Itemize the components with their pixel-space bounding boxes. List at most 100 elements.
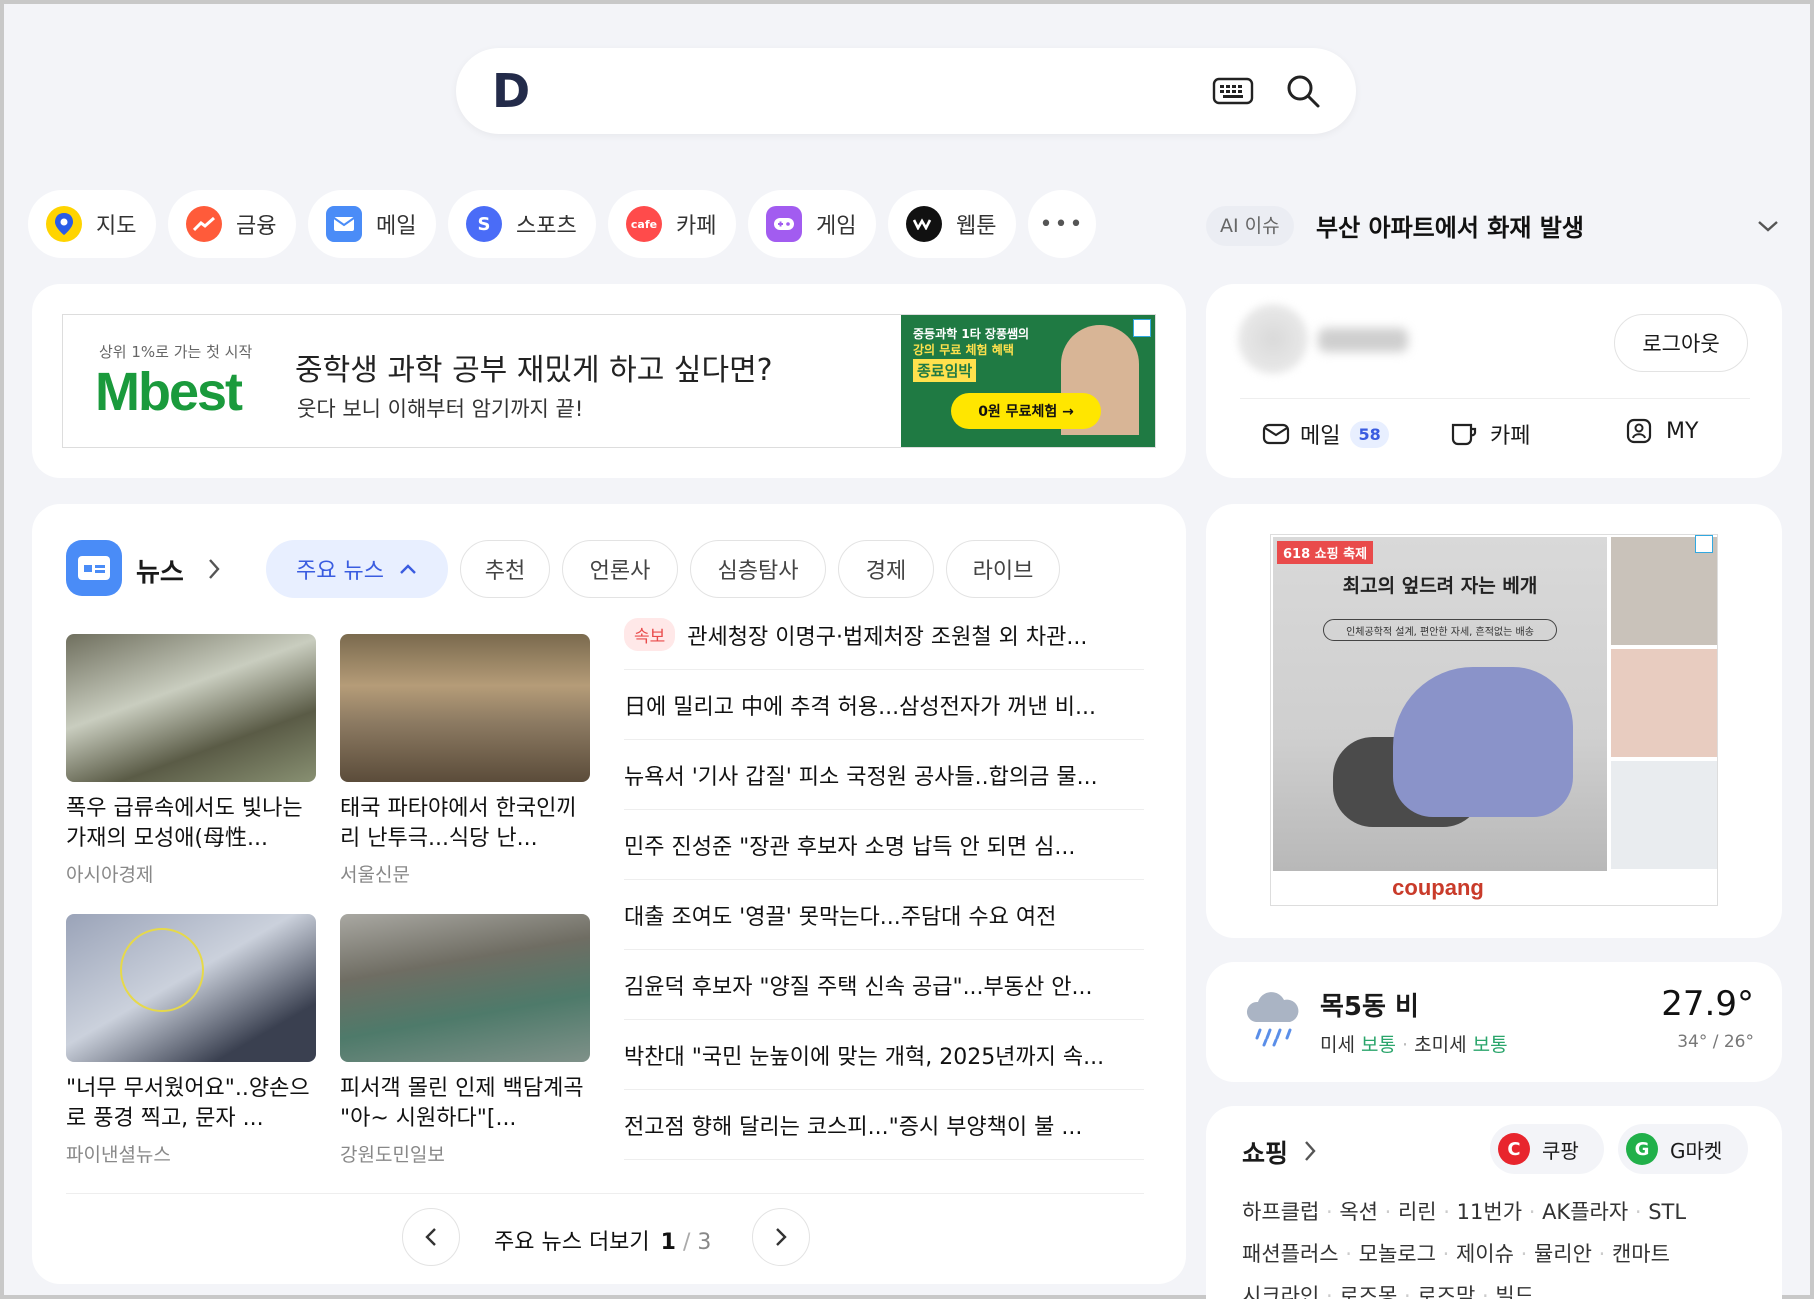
cafe-cup-icon: [1451, 423, 1477, 446]
side-ad[interactable]: 618 쇼핑 축제 최고의 엎드려 자는 베개 인체공학적 설계, 편안한 자세…: [1270, 534, 1718, 906]
divider: [66, 1193, 1144, 1194]
shop-link[interactable]: 시크라인: [1242, 1284, 1319, 1299]
headline-item[interactable]: 박찬대 "국민 눈높이에 맞는 개혁, 2025년까지 속...: [624, 1020, 1144, 1090]
tab-recommended[interactable]: 추천: [460, 540, 550, 598]
account-my-link[interactable]: MY: [1626, 418, 1698, 444]
shop-links-row: 시크라인 · 로즈몽 · 로즈맘 · 빌드: [1242, 1280, 1752, 1299]
shop-link[interactable]: 제이슈: [1456, 1242, 1514, 1266]
adchoices-icon[interactable]: [1133, 319, 1151, 337]
ad-brand-tagline: 상위 1%로 가는 첫 시작: [99, 343, 253, 361]
chevron-up-icon: [400, 564, 416, 574]
ad-side-thumb: [1611, 649, 1717, 757]
prev-page-button[interactable]: [402, 1208, 460, 1266]
shop-link[interactable]: 뮬리안: [1534, 1242, 1592, 1266]
headline-item[interactable]: 속보 관세청장 이명구·법제처장 조원철 외 차관...: [624, 600, 1144, 670]
ad-subline: 웃다 보니 이해부터 암기까지 끝!: [297, 397, 584, 421]
service-label: 웹툰: [956, 214, 997, 239]
service-label: 지도: [96, 214, 137, 239]
weather-location: 목5동: [1320, 992, 1386, 1022]
tab-in-depth[interactable]: 심층탐사: [690, 540, 826, 598]
news-caption[interactable]: 폭우 급류속에서도 빛나는 가재의 모성애(母性...: [66, 794, 318, 854]
headline-item[interactable]: 日에 밀리고 中에 추격 허용...삼성전자가 꺼낸 비...: [624, 670, 1144, 740]
service-game[interactable]: 게임: [748, 190, 876, 258]
service-map[interactable]: 지도: [28, 190, 156, 258]
ai-issue-tag: AI 이슈: [1206, 206, 1294, 246]
shop-link[interactable]: 캔마트: [1612, 1242, 1670, 1266]
shop-chip-coupang[interactable]: C 쿠팡: [1490, 1124, 1604, 1174]
chevron-right-icon[interactable]: [206, 556, 222, 582]
service-webtoon[interactable]: 웹툰: [888, 190, 1016, 258]
service-label: 카페: [676, 214, 717, 239]
next-page-button[interactable]: [752, 1208, 810, 1266]
more-dots-icon: •••: [1039, 211, 1085, 237]
news-caption[interactable]: "너무 무서웠어요"..양손으로 풍경 찍고, 문자 ...: [66, 1074, 318, 1134]
mail-icon: [326, 206, 362, 242]
headline-item[interactable]: 전고점 향해 달리는 코스피..."증시 부양책이 불 ...: [624, 1090, 1144, 1160]
shop-link[interactable]: 패션플러스: [1242, 1242, 1339, 1266]
more-news-link[interactable]: 주요 뉴스 더보기 1 / 3: [494, 1224, 711, 1256]
keyboard-icon[interactable]: [1212, 76, 1254, 106]
service-finance[interactable]: 금융: [168, 190, 296, 258]
search-icon[interactable]: [1284, 72, 1322, 110]
tab-economy[interactable]: 경제: [838, 540, 934, 598]
shopping-title[interactable]: 쇼핑: [1242, 1134, 1288, 1170]
avatar[interactable]: [1238, 304, 1308, 374]
shop-link[interactable]: 로즈몽: [1339, 1284, 1397, 1299]
shop-link[interactable]: 하프클럽: [1242, 1200, 1319, 1224]
weather-location-line: 목5동 비: [1320, 986, 1419, 1023]
ad-promo-line2: 강의 무료 체험 혜택: [913, 343, 1014, 357]
shop-link[interactable]: 옥션: [1339, 1200, 1378, 1224]
account-card: 로그아웃 메일 58 카페 MY: [1206, 284, 1782, 478]
news-thumbnail[interactable]: [66, 914, 316, 1062]
news-thumbnail[interactable]: [340, 914, 590, 1062]
headline-item[interactable]: 뉴욕서 '기사 갑질' 피소 국정원 공사들..합의금 물...: [624, 740, 1144, 810]
ad-cta-button[interactable]: 0원 무료체험 →: [951, 393, 1101, 429]
shop-link[interactable]: 모놀로그: [1359, 1242, 1436, 1266]
weather-card[interactable]: 목5동 비 미세 보통 · 초미세 보통 27.9° 34° / 26°: [1206, 962, 1782, 1082]
banner-ad[interactable]: 상위 1%로 가는 첫 시작 Mbest 중학생 과학 공부 재밌게 하고 싶다…: [62, 314, 1156, 448]
service-sports[interactable]: S 스포츠: [448, 190, 596, 258]
shop-link[interactable]: AK플라자: [1542, 1200, 1628, 1224]
chevron-down-icon[interactable]: [1756, 216, 1780, 236]
adchoices-icon[interactable]: [1695, 535, 1713, 553]
account-mail-link[interactable]: 메일 58: [1262, 418, 1389, 450]
news-caption[interactable]: 피서객 몰린 인제 백담계곡 "아~ 시원하다"[...: [340, 1074, 592, 1134]
headline-item[interactable]: 김윤덕 후보자 "양질 주택 신속 공급"...부동산 안...: [624, 950, 1144, 1020]
shop-link[interactable]: STL: [1648, 1200, 1686, 1224]
news-thumbnail[interactable]: [66, 634, 316, 782]
account-cafe-link[interactable]: 카페: [1450, 418, 1530, 450]
news-caption[interactable]: 태국 파타야에서 한국인끼리 난투극...식당 난...: [340, 794, 592, 854]
service-label: 메일: [376, 214, 417, 239]
service-mail[interactable]: 메일: [308, 190, 436, 258]
ad-headline: 최고의 엎드려 자는 베개: [1342, 575, 1538, 597]
shop-link[interactable]: 빌드: [1495, 1284, 1534, 1299]
shop-link[interactable]: 리린: [1398, 1200, 1437, 1224]
news-thumbnail[interactable]: [340, 634, 590, 782]
headline-item[interactable]: 민주 진성준 "장관 후보자 소명 납득 안 되면 심...: [624, 810, 1144, 880]
news-title[interactable]: 뉴스: [136, 552, 184, 589]
chevron-right-icon[interactable]: [1302, 1138, 1318, 1164]
shop-chip-gmarket[interactable]: G G마켓: [1618, 1124, 1748, 1174]
shop-link[interactable]: 11번가: [1457, 1200, 1522, 1224]
shop-link[interactable]: 로즈맘: [1417, 1284, 1475, 1299]
dust-value: 보통: [1361, 1034, 1396, 1056]
news-source: 서울신문: [340, 864, 410, 886]
tab-publishers[interactable]: 언론사: [562, 540, 678, 598]
more-services-button[interactable]: •••: [1028, 190, 1096, 258]
headline-item[interactable]: 대출 조여도 '영끌' 못막는다...주담대 수요 여전: [624, 880, 1144, 950]
dust-info: 미세 보통 · 초미세 보통: [1320, 1034, 1508, 1056]
tab-live[interactable]: 라이브: [946, 540, 1060, 598]
ai-issue-headline[interactable]: 부산 아파트에서 화재 발생: [1316, 208, 1584, 243]
shop-links-row: 패션플러스 · 모놀로그 · 제이슈 · 뮬리안 · 캔마트: [1242, 1242, 1670, 1266]
logout-button[interactable]: 로그아웃: [1614, 314, 1748, 372]
ad-promo-badge: 종료임박: [913, 359, 977, 382]
daum-logo[interactable]: D: [492, 66, 542, 116]
tab-main-news[interactable]: 주요 뉴스: [266, 540, 448, 598]
service-label: 게임: [816, 214, 857, 239]
shopping-card: 쇼핑 C 쿠팡 G G마켓 하프클럽 · 옥션 · 리린 · 11번가 · AK…: [1206, 1106, 1782, 1299]
page-current: 1: [660, 1230, 676, 1255]
ad-promo-line1: 중등과학 1타 장풍쌤의: [913, 327, 1030, 341]
search-bar[interactable]: D: [456, 48, 1356, 134]
news-source: 파이낸셜뉴스: [66, 1144, 171, 1166]
service-cafe[interactable]: cafe 카페: [608, 190, 736, 258]
